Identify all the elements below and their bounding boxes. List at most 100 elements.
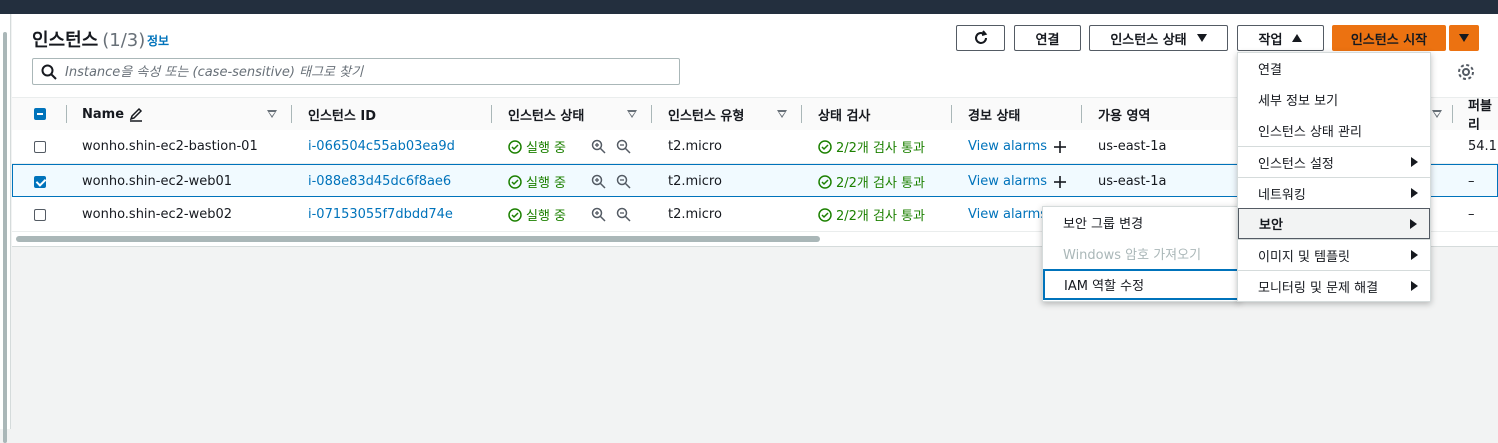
sort-icon[interactable]: [627, 110, 637, 118]
check-circle-icon: [818, 207, 832, 222]
instance-type: t2.micro: [668, 174, 722, 189]
column-header-instance-id[interactable]: 인스턴스 ID: [308, 98, 376, 130]
status-check-text: 2/2개 검사 통과: [836, 176, 925, 191]
check-circle-icon: [508, 207, 522, 222]
zoom-out-icon[interactable]: [616, 174, 631, 189]
page-title: 인스턴스 (1/3): [32, 26, 145, 52]
column-header-name-label: Name: [82, 106, 125, 122]
status-check: 2/2개 검사 통과: [818, 198, 925, 231]
column-divider: [1452, 105, 1453, 123]
view-alarms-link[interactable]: View alarms: [968, 207, 1047, 222]
instance-state: 실행 중: [508, 130, 566, 163]
chevron-right-icon: [1411, 157, 1418, 167]
row-checkbox-box[interactable]: [34, 175, 46, 188]
select-all-checkbox[interactable]: [34, 98, 46, 130]
column-header-instance-state[interactable]: 인스턴스 상태: [508, 98, 584, 130]
menu-item-monitor-and-troubleshoot[interactable]: 모니터링 및 문제 해결: [1238, 270, 1430, 301]
menu-item-security[interactable]: 보안: [1238, 208, 1430, 239]
menu-item-manage-instance-state[interactable]: 인스턴스 상태 관리: [1238, 115, 1430, 146]
menu-item-label: 보안: [1259, 218, 1283, 233]
side-scrollbar[interactable]: [0, 14, 11, 443]
menu-item-modify-iam-role[interactable]: IAM 역할 수정: [1043, 269, 1239, 300]
view-alarms-link[interactable]: View alarms: [968, 174, 1047, 189]
column-header-status-check[interactable]: 상태 검사: [818, 98, 870, 130]
column-divider: [491, 105, 492, 123]
sort-icon[interactable]: [777, 110, 787, 118]
zoom-in-icon[interactable]: [591, 139, 606, 154]
check-circle-icon: [818, 174, 832, 189]
actions-button[interactable]: 작업: [1237, 25, 1324, 51]
column-divider: [1081, 105, 1082, 123]
menu-item-connect[interactable]: 연결: [1238, 53, 1430, 84]
status-check: 2/2개 검사 통과: [818, 130, 925, 163]
info-link[interactable]: 정보: [147, 32, 169, 49]
caret-down-icon: [1459, 34, 1469, 42]
menu-item-label: 인스턴스 설정: [1258, 156, 1334, 172]
top-nav-bar: [0, 0, 1498, 14]
zoom-controls: [591, 165, 631, 198]
zoom-out-icon[interactable]: [616, 139, 631, 154]
zoom-in-icon[interactable]: [591, 174, 606, 189]
menu-item-view-details[interactable]: 세부 정보 보기: [1238, 84, 1430, 115]
launch-instance-button[interactable]: 인스턴스 시작: [1332, 25, 1446, 51]
column-header-instance-type[interactable]: 인스턴스 유형: [668, 98, 744, 130]
side-scrollbar-thumb[interactable]: [3, 32, 7, 443]
row-checkbox[interactable]: [34, 165, 46, 198]
gear-icon[interactable]: [1457, 63, 1475, 81]
column-divider: [291, 105, 292, 123]
column-header-name[interactable]: Name: [82, 98, 144, 130]
plus-icon[interactable]: [1053, 140, 1067, 154]
row-checkbox-box[interactable]: [34, 140, 46, 153]
column-header-public[interactable]: 퍼블리: [1468, 98, 1498, 133]
instance-state-text: 실행 중: [526, 176, 567, 191]
refresh-button[interactable]: [956, 25, 1005, 51]
sort-icon[interactable]: [267, 110, 277, 118]
launch-options-button[interactable]: [1449, 25, 1479, 51]
column-header-availability-zone[interactable]: 가용 영역: [1098, 98, 1150, 130]
alarm-status: View alarms: [968, 130, 1067, 163]
menu-item-networking[interactable]: 네트워킹: [1238, 177, 1430, 208]
alarm-status: View alarms: [968, 198, 1047, 231]
column-divider: [801, 105, 802, 123]
menu-item-get-windows-password: Windows 암호 가져오기: [1063, 248, 1202, 263]
instance-id-link[interactable]: i-088e83d45dc6f8ae6: [308, 165, 451, 198]
launch-instance-label: 인스턴스 시작: [1350, 32, 1428, 48]
security-submenu: 보안 그룹 변경 Windows 암호 가져오기 IAM 역할 수정: [1042, 206, 1240, 302]
check-circle-icon: [508, 139, 522, 154]
column-header-alarm-status[interactable]: 경보 상태: [968, 98, 1020, 130]
chevron-right-icon: [1411, 281, 1418, 291]
search-input[interactable]: [63, 62, 667, 83]
connect-button-label: 연결: [1035, 32, 1060, 48]
horizontal-scrollbar[interactable]: [16, 236, 820, 242]
instance-name: wonho.shin-ec2-web02: [82, 207, 233, 222]
search-box: [32, 58, 680, 85]
actions-button-label: 작업: [1258, 32, 1283, 48]
instance-state-text: 실행 중: [526, 209, 567, 224]
view-alarms-link[interactable]: View alarms: [968, 139, 1047, 154]
row-checkbox[interactable]: [34, 198, 46, 231]
status-check-text: 2/2개 검사 통과: [836, 209, 925, 224]
menu-item-label: 이미지 및 템플릿: [1258, 249, 1350, 265]
status-check-text: 2/2개 검사 통과: [836, 141, 925, 156]
plus-icon[interactable]: [1053, 175, 1067, 189]
instance-state-button[interactable]: 인스턴스 상태: [1089, 25, 1228, 51]
zoom-out-icon[interactable]: [616, 207, 631, 222]
connect-button[interactable]: 연결: [1014, 25, 1081, 51]
check-circle-icon: [508, 174, 522, 189]
actions-menu: 연결 세부 정보 보기 인스턴스 상태 관리 인스턴스 설정 네트워킹 보안 이…: [1237, 52, 1431, 302]
row-checkbox-box[interactable]: [34, 208, 46, 221]
chevron-right-icon: [1411, 250, 1418, 260]
status-check: 2/2개 검사 통과: [818, 165, 925, 198]
menu-item-instance-settings[interactable]: 인스턴스 설정: [1238, 146, 1430, 177]
instance-state-label: 인스턴스 상태: [1110, 32, 1187, 48]
public-ip: –: [1468, 174, 1475, 189]
select-all-box[interactable]: [34, 108, 46, 120]
zoom-in-icon[interactable]: [591, 207, 606, 222]
menu-item-image-and-templates[interactable]: 이미지 및 템플릿: [1238, 239, 1430, 270]
instance-id-link[interactable]: i-07153055f7dbdd74e: [308, 198, 453, 231]
row-checkbox[interactable]: [34, 130, 46, 163]
instance-id-link[interactable]: i-066504c55ab03ea9d: [308, 130, 455, 163]
menu-item-change-security-groups[interactable]: 보안 그룹 변경: [1043, 207, 1239, 238]
search-icon: [41, 64, 57, 80]
sort-icon[interactable]: [1432, 110, 1442, 118]
